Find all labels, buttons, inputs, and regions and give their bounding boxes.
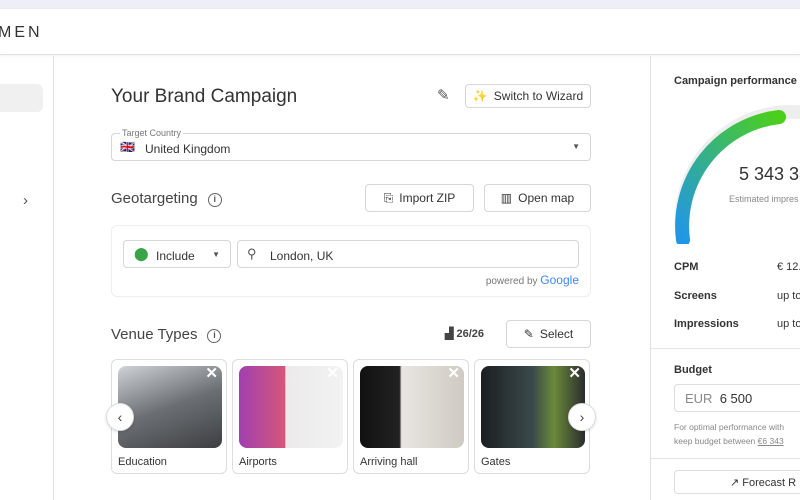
budget-range-link[interactable]: €6 343 [758,436,784,446]
powered-by-google: powered by Google [486,273,579,287]
close-icon[interactable]: ✕ [326,364,339,382]
chevron-down-icon: ▼ [572,142,580,151]
building-icon: ▟ [445,328,457,340]
close-icon[interactable]: ✕ [568,364,581,382]
estimated-impressions-value: 5 343 33 [739,164,800,184]
close-icon[interactable]: ✕ [205,364,218,382]
uk-flag-icon: 🇬🇧 [120,140,135,154]
fullscreen-icon[interactable] [327,456,339,468]
chevron-right-icon[interactable]: › [23,192,28,209]
location-pin-icon: ⬤ [134,246,149,261]
search-value: London, UK [270,249,334,263]
target-country-select[interactable]: Target Country 🇬🇧 United Kingdom ▼ [111,128,591,161]
geotargeting-box: ⬤ Include ▼ ⚲ London, UK powered by Goog… [111,225,591,297]
info-icon[interactable]: i [207,193,222,207]
select-label: Select [539,327,574,341]
info-icon[interactable]: i [207,329,222,343]
open-map-button[interactable]: ▥ Open map [484,184,591,212]
cpm-label: CPM [674,261,699,273]
venue-label: Arriving hall [360,456,418,468]
venue-label: Airports [239,456,277,468]
budget-label: Budget [674,364,712,376]
powered-by-text: powered by [485,276,538,287]
budget-hint: For optimal performance with keep budget … [674,420,784,448]
switch-to-wizard-label: Switch to Wizard [493,89,584,103]
logo[interactable]: MEN [0,24,43,42]
campaign-title: Your Brand Campaign [111,86,298,107]
chevron-down-icon: ▼ [212,250,220,259]
fullscreen-icon[interactable] [448,456,460,468]
venue-types-title: Venue Types [111,326,198,343]
select-venues-button[interactable]: ✎ Select [506,320,591,348]
search-icon: ⚲ [247,246,257,261]
estimated-impressions-label: Estimated impres [729,194,799,204]
performance-title: Campaign performance [674,75,797,87]
location-search-input[interactable]: ⚲ London, UK [237,240,579,268]
venue-types-heading: Venue Types i [111,326,222,343]
budget-input[interactable]: EUR 6 500 [674,384,800,412]
switch-to-wizard-button[interactable]: ✨ Switch to Wizard [465,84,591,108]
pencil-icon: ✎ [523,327,534,341]
venue-label: Gates [481,456,511,468]
include-value: Include [156,249,195,263]
geotargeting-heading: Geotargeting i [111,190,222,207]
forecast-label: Forecast R [742,477,797,489]
map-icon: ▥ [500,191,513,205]
carousel-prev-button[interactable]: ‹ [106,403,134,431]
venue-card[interactable]: ✕ Arriving hall [353,359,469,474]
campaign-performance-panel: Campaign performance 5 343 33 Estimated … [650,56,800,500]
sidebar: › [0,56,54,500]
geotargeting-title: Geotargeting [111,190,198,207]
hint-line-1: For optimal performance with [674,422,785,432]
fullscreen-icon[interactable] [569,456,581,468]
impressions-value: up to [777,318,800,330]
impressions-label: Impressions [674,318,739,330]
app-header: MEN [0,9,800,55]
target-country-value: United Kingdom [145,142,231,156]
edit-title-pencil-icon[interactable]: ✎ [437,86,450,104]
cpm-value: € 12. [777,261,800,273]
venue-count-value: 26/26 [456,328,485,340]
campaign-editor: Your Brand Campaign ✎ ✨ Switch to Wizard… [55,56,650,500]
include-exclude-select[interactable]: ⬤ Include ▼ [123,240,231,268]
google-logo: Google [540,273,579,287]
target-country-label: Target Country [120,128,184,138]
budget-value: 6 500 [719,391,753,406]
import-icon: ⎘ [383,190,394,205]
close-icon[interactable]: ✕ [447,364,460,382]
import-zip-label: Import ZIP [399,191,456,205]
import-zip-button[interactable]: ⎘ Import ZIP [365,184,474,212]
magic-wand-icon: ✨ [472,89,488,103]
fullscreen-icon[interactable] [206,456,218,468]
sidebar-active-item[interactable] [0,84,43,112]
hint-line-2: keep budget between [674,436,756,446]
top-band [0,0,800,9]
venue-label: Education [118,456,167,468]
screens-label: Screens [674,290,717,302]
divider [651,348,800,349]
venue-card[interactable]: ✕ Airports [232,359,348,474]
forecast-button[interactable]: ↗ Forecast R [674,470,800,494]
carousel-next-button[interactable]: › [568,403,596,431]
screens-value: up to [777,290,800,302]
open-map-label: Open map [518,191,575,205]
trend-icon: ↗ [730,477,740,489]
divider [651,458,800,459]
currency-label: EUR [685,391,713,406]
venue-count: ▟ 26/26 [445,327,484,340]
